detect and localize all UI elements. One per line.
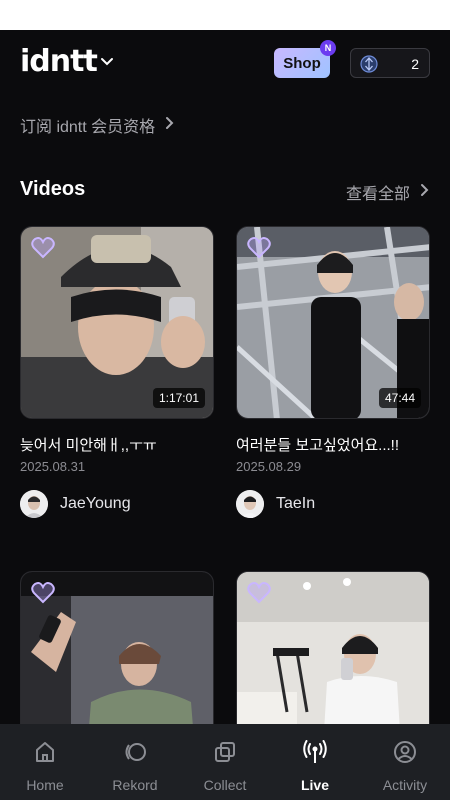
rekord-icon: [121, 740, 149, 769]
subscribe-label: 订阅 idntt 会员资格: [20, 119, 156, 136]
status-bar: 5:11: [0, 0, 450, 30]
video-duration: 1:17:01: [152, 388, 205, 408]
status-time: 5:11: [18, 6, 45, 22]
nav-rekord[interactable]: Rekord: [90, 724, 180, 800]
bottom-nav: Home Rekord Collect Live Activity: [0, 724, 450, 800]
points-icon: [359, 54, 379, 79]
chevron-right-icon: [165, 116, 175, 135]
video-date: 2025.08.29: [236, 459, 302, 474]
nav-label: Live: [300, 777, 329, 793]
nav-label: Rekord: [112, 777, 158, 793]
heart-icon: [31, 237, 55, 259]
nav-activity[interactable]: Activity: [360, 724, 450, 800]
video-thumbnail[interactable]: [236, 571, 430, 724]
idntt-logo: idntt: [20, 44, 98, 79]
video-title[interactable]: 늦어서 미안해ㅐ,,ㅜㅠ: [20, 434, 214, 455]
view-all-button[interactable]: 查看全部: [346, 180, 430, 204]
video-thumbnail[interactable]: [20, 571, 214, 724]
heart-icon: [247, 582, 271, 604]
videos-section-header: Videos 查看全部: [20, 176, 430, 204]
new-badge: N: [320, 40, 336, 56]
status-icons: [404, 6, 438, 27]
author-name: TaeIn: [276, 495, 316, 512]
nav-label: Activity: [382, 777, 428, 793]
wifi-icon: [404, 6, 420, 27]
collect-icon: [213, 740, 237, 769]
video-card[interactable]: [236, 571, 430, 724]
video-card[interactable]: [20, 571, 214, 724]
author-name: JaeYoung: [60, 495, 131, 512]
points-counter[interactable]: 2: [350, 48, 430, 78]
video-author[interactable]: TaeIn: [236, 490, 315, 518]
chevron-right-icon: [420, 183, 430, 202]
battery-icon: [428, 6, 438, 27]
video-duration: 47:44: [378, 388, 421, 408]
nav-collect[interactable]: Collect: [180, 724, 270, 800]
video-title[interactable]: 여러분들 보고싶었어요...!!: [236, 434, 430, 455]
activity-icon: [393, 740, 417, 769]
nav-label: Home: [26, 777, 64, 793]
nav-live[interactable]: Live: [270, 724, 360, 800]
shop-button-label: Shop: [283, 54, 321, 72]
heart-icon: [247, 237, 271, 259]
subscribe-membership-link[interactable]: 订阅 idntt 会员资格: [20, 114, 175, 136]
heart-icon: [31, 582, 55, 604]
video-card[interactable]: 47:44 여러분들 보고싶었어요...!! 2025.08.29 TaeIn: [236, 226, 430, 526]
video-date: 2025.08.31: [20, 459, 86, 474]
nav-home[interactable]: Home: [0, 724, 90, 800]
points-count: 2: [411, 56, 419, 72]
section-title: Videos: [20, 178, 86, 200]
avatar: [236, 490, 264, 518]
video-card[interactable]: 1:17:01 늦어서 미안해ㅐ,,ㅜㅠ 2025.08.31 JaeYoung: [20, 226, 214, 526]
video-thumbnail[interactable]: 47:44: [236, 226, 430, 419]
video-author[interactable]: JaeYoung: [20, 490, 131, 518]
chevron-down-icon[interactable]: [100, 54, 114, 72]
video-thumbnail[interactable]: 1:17:01: [20, 226, 214, 419]
header: idntt Shop N 2: [0, 30, 450, 96]
home-icon: [33, 740, 57, 769]
view-all-label: 查看全部: [345, 186, 410, 203]
live-icon: [302, 740, 328, 769]
avatar: [20, 490, 48, 518]
nav-label: Collect: [203, 777, 247, 793]
